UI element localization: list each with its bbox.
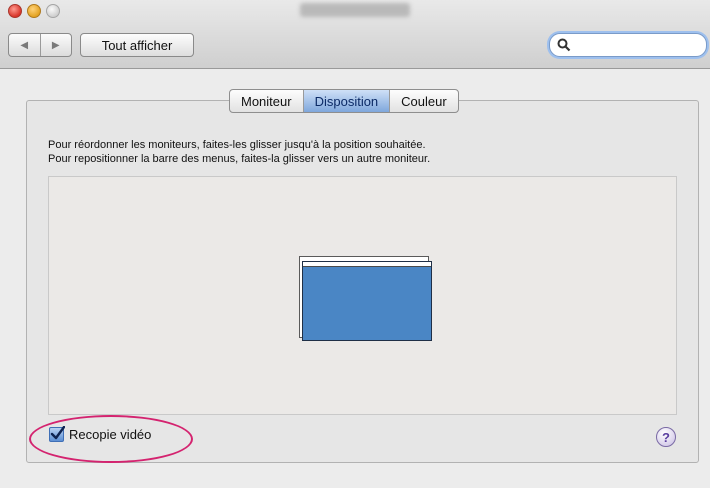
instruction-line-1: Pour réordonner les moniteurs, faites-le… [48, 139, 426, 151]
tab-disposition[interactable]: Disposition [302, 90, 390, 112]
search-field[interactable] [549, 33, 707, 57]
zoom-window-button[interactable] [46, 4, 60, 18]
show-all-button[interactable]: Tout afficher [80, 33, 194, 57]
minimize-window-button[interactable] [27, 4, 41, 18]
highlight-ellipse [29, 415, 193, 463]
back-button[interactable]: ◀ [9, 34, 40, 56]
instructions: Pour réordonner les moniteurs, faites-le… [48, 138, 430, 166]
close-window-button[interactable] [8, 4, 22, 18]
help-button[interactable]: ? [656, 427, 676, 447]
help-icon: ? [662, 429, 670, 445]
window-title [300, 3, 410, 17]
forward-arrow-icon: ▶ [51, 39, 60, 51]
window-toolbar: ◀ ▶ Tout afficher [0, 0, 710, 69]
tab-bar: Moniteur Disposition Couleur [229, 89, 459, 113]
search-input[interactable] [574, 36, 698, 54]
tab-moniteur[interactable]: Moniteur [230, 90, 303, 112]
forward-button[interactable]: ▶ [39, 34, 72, 56]
menu-bar-indicator[interactable] [303, 262, 431, 267]
tab-couleur[interactable]: Couleur [389, 90, 458, 112]
display-icon[interactable] [302, 261, 432, 341]
instruction-line-2: Pour repositionner la barre des menus, f… [48, 153, 431, 165]
nav-group: ◀ ▶ [8, 33, 72, 57]
display-arrangement-area [48, 176, 677, 415]
back-arrow-icon: ◀ [20, 39, 29, 51]
search-icon [557, 38, 571, 52]
